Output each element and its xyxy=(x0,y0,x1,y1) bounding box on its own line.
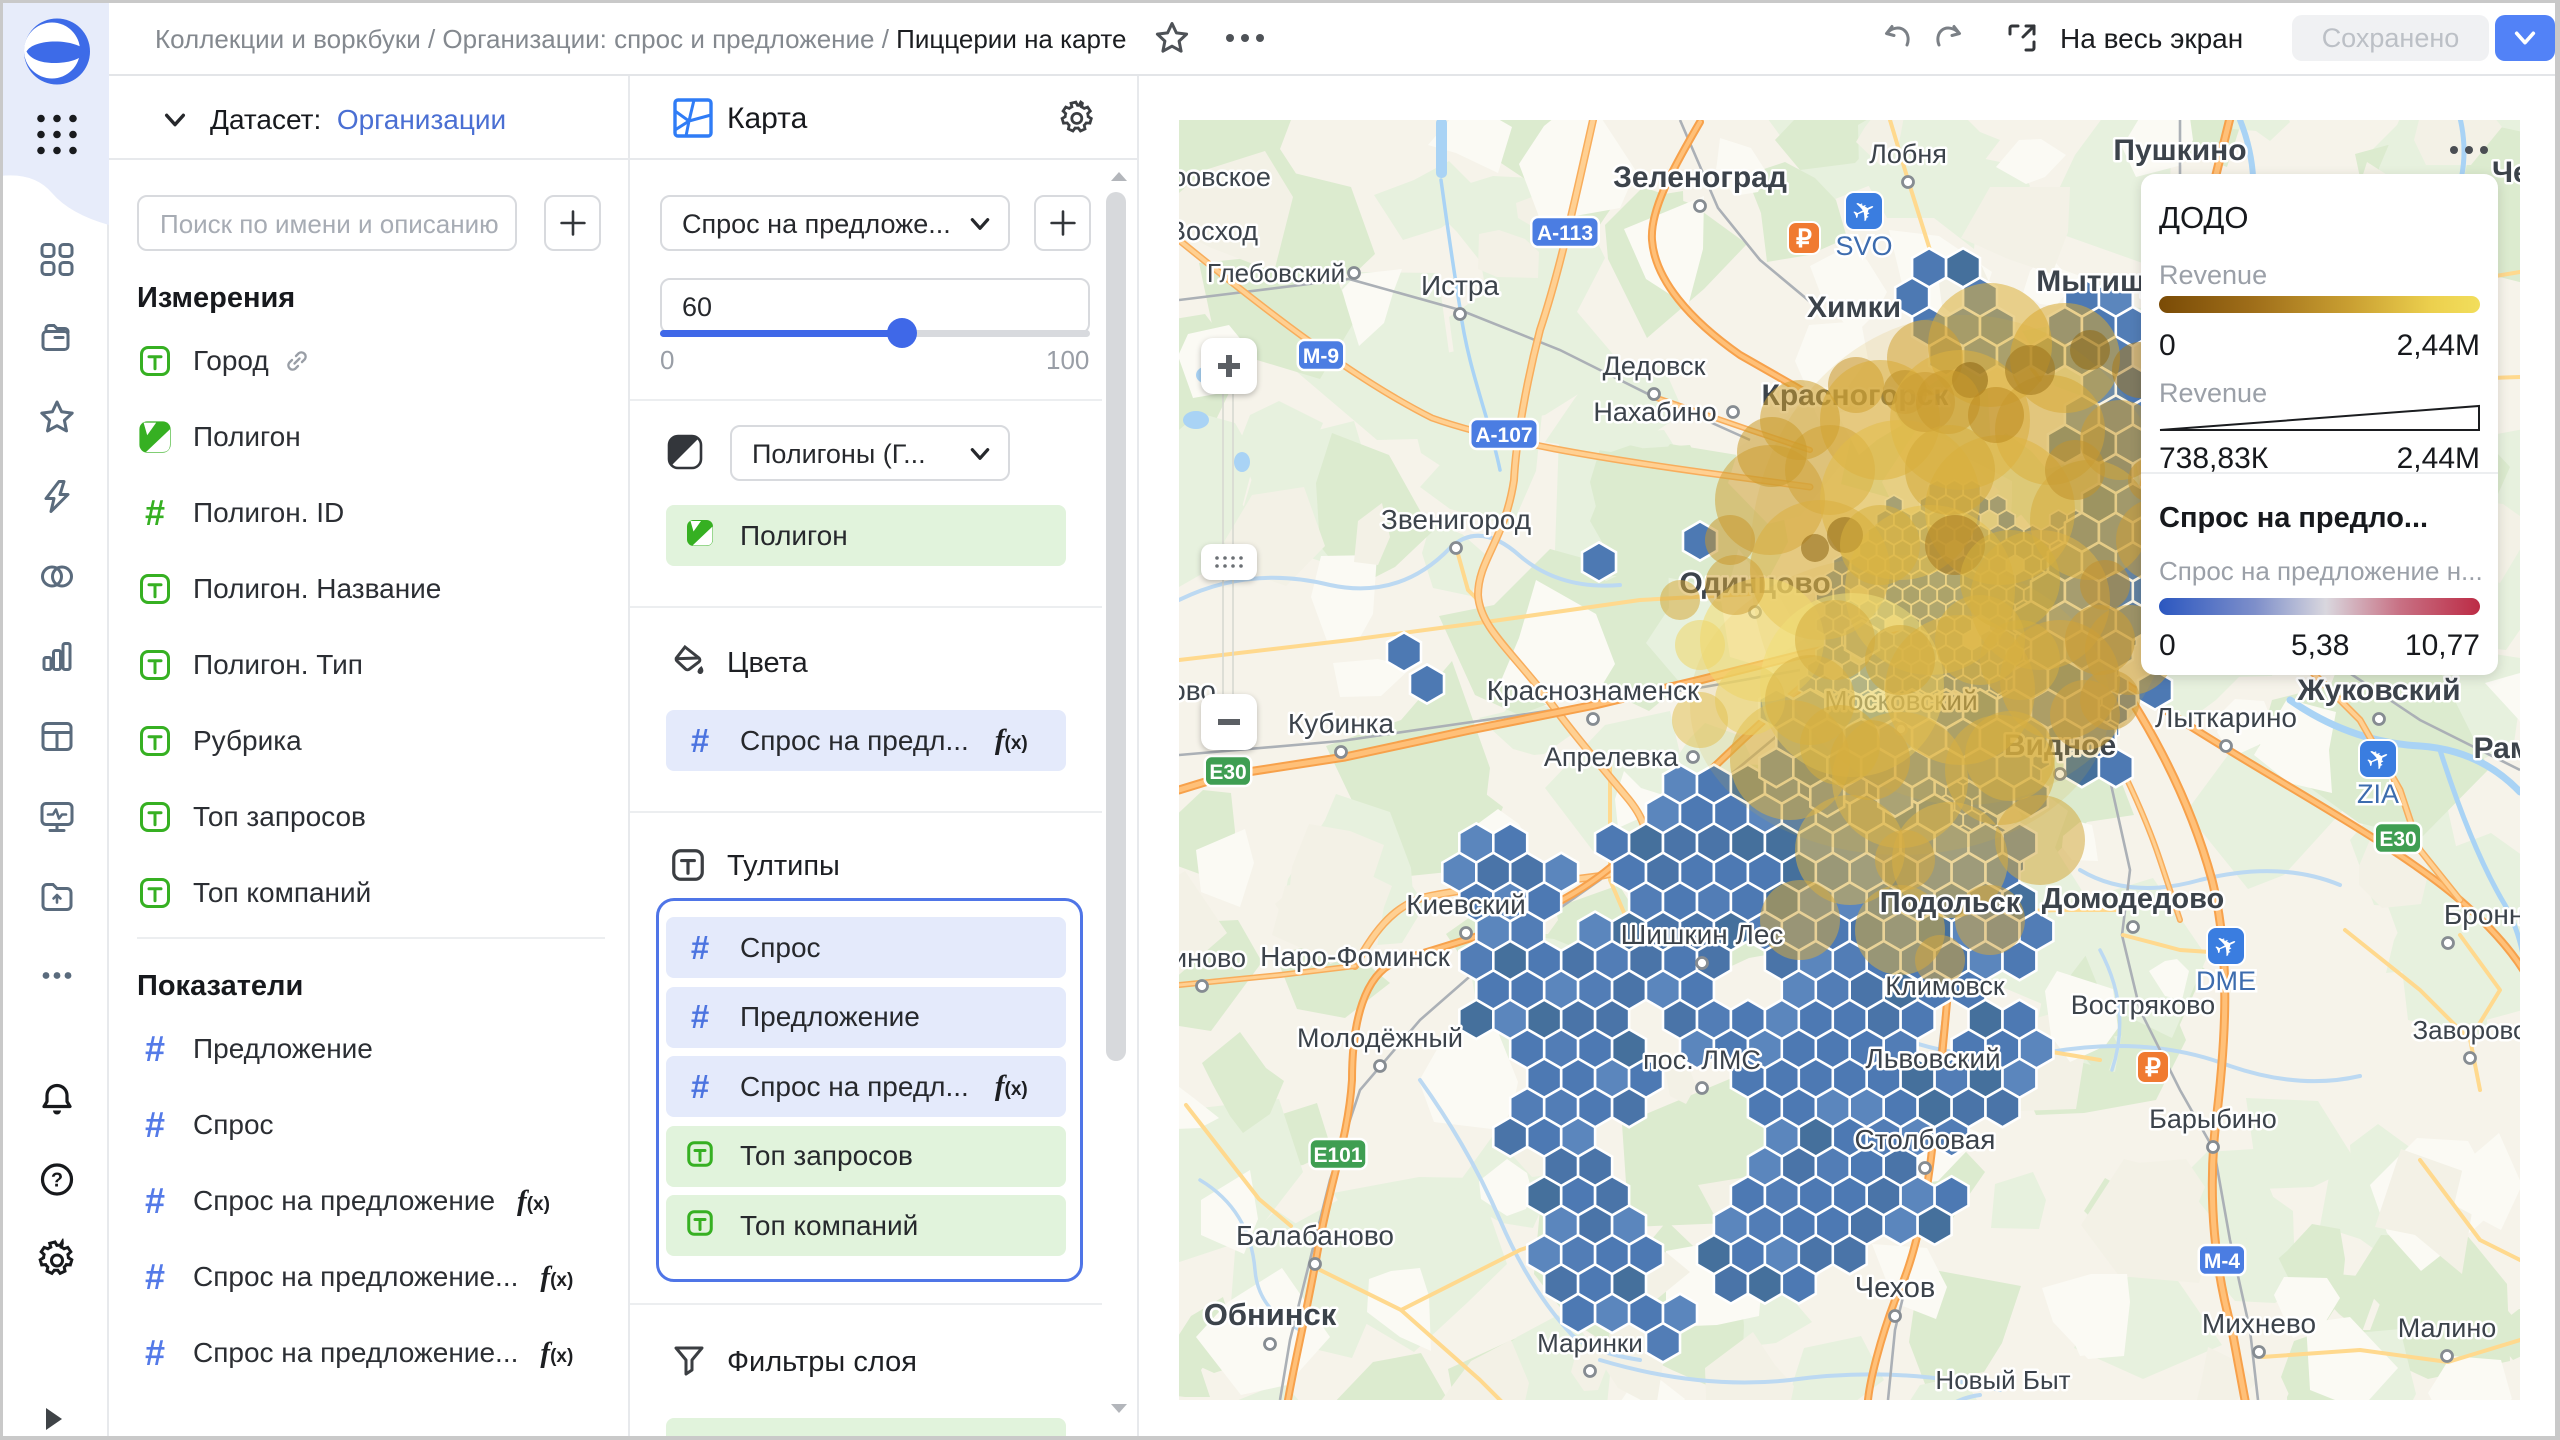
svg-text:Востряково: Востряково xyxy=(2071,990,2215,1020)
svg-text:Домодедово: Домодедово xyxy=(2042,883,2225,915)
svg-text:SVO: SVO xyxy=(1835,231,1892,261)
svg-text:Балабаново: Балабаново xyxy=(1236,1220,1394,1251)
svg-text:Восход: Восход xyxy=(1179,216,1258,246)
svg-text:Обнинск: Обнинск xyxy=(1204,1297,1337,1332)
svg-text:Заворово: Заворово xyxy=(2412,1015,2520,1045)
svg-text:Е30: Е30 xyxy=(2379,828,2416,851)
svg-text:Столбовая: Столбовая xyxy=(1855,1124,1996,1155)
svg-text:Лыткарино: Лыткарино xyxy=(2155,702,2297,733)
svg-text:Молодёжный: Молодёжный xyxy=(1297,1023,1463,1053)
svg-text:М-4: М-4 xyxy=(2204,1250,2240,1273)
svg-text:чиново: чиново xyxy=(1179,943,1246,973)
svg-text:Химки: Химки xyxy=(1807,291,1901,324)
svg-text:Зеленоград: Зеленоград xyxy=(1613,161,1787,194)
svg-text:Звенигород: Звенигород xyxy=(1381,504,1531,535)
svg-text:Пушкино: Пушкино xyxy=(2113,134,2246,167)
svg-text:Малино: Малино xyxy=(2398,1313,2497,1343)
svg-text:Львовский: Львовский xyxy=(1865,1043,2000,1074)
svg-text:Чехов: Чехов xyxy=(1855,1272,1936,1304)
svg-text:Нахабино: Нахабино xyxy=(1593,397,1716,427)
svg-text:Новый Быт: Новый Быт xyxy=(1935,1365,2070,1395)
svg-text:Лобня: Лобня xyxy=(1869,139,1947,169)
svg-text:Апрелевка: Апрелевка xyxy=(1544,742,1679,772)
svg-text:пос. ЛМС: пос. ЛМС xyxy=(1643,1045,1761,1075)
svg-text:Е30: Е30 xyxy=(1209,761,1246,784)
svg-text:Маринки: Маринки xyxy=(1537,1328,1643,1358)
svg-text:ZIA: ZIA xyxy=(2357,779,2399,809)
svg-text:?: ? xyxy=(51,1170,63,1192)
svg-text:Дедовск: Дедовск xyxy=(1603,351,1706,381)
svg-text:Истра: Истра xyxy=(1421,270,1500,301)
svg-text:Климовск: Климовск xyxy=(1885,971,2005,1001)
svg-text:Е101: Е101 xyxy=(1313,1144,1362,1167)
svg-text:М-9: М-9 xyxy=(1303,345,1339,368)
svg-text:Михнево: Михнево xyxy=(2202,1308,2316,1339)
svg-text:Барыбино: Барыбино xyxy=(2149,1104,2277,1134)
svg-text:Глебовский: Глебовский xyxy=(1207,258,1345,288)
svg-text:₽: ₽ xyxy=(2145,1054,2161,1082)
svg-text:Подольск: Подольск xyxy=(1880,887,2021,919)
svg-text:Наро-Фоминск: Наро-Фоминск xyxy=(1260,941,1450,972)
svg-text:А-107: А-107 xyxy=(1475,424,1532,447)
svg-text:₽: ₽ xyxy=(1796,225,1812,253)
svg-text:Раменско: Раменско xyxy=(2474,732,2520,765)
svg-text:Краснознаменск: Краснознаменск xyxy=(1487,675,1700,706)
svg-text:ровское: ровское xyxy=(1179,162,1271,192)
svg-text:Киевский: Киевский xyxy=(1406,889,1526,920)
svg-text:А-113: А-113 xyxy=(1537,222,1593,245)
svg-text:Кубинка: Кубинка xyxy=(1288,708,1395,739)
svg-text:Жуковский: Жуковский xyxy=(2296,674,2460,707)
svg-text:Бронницы: Бронницы xyxy=(2444,899,2520,930)
svg-text:Шишкин Лес: Шишкин Лес xyxy=(1621,919,1784,950)
